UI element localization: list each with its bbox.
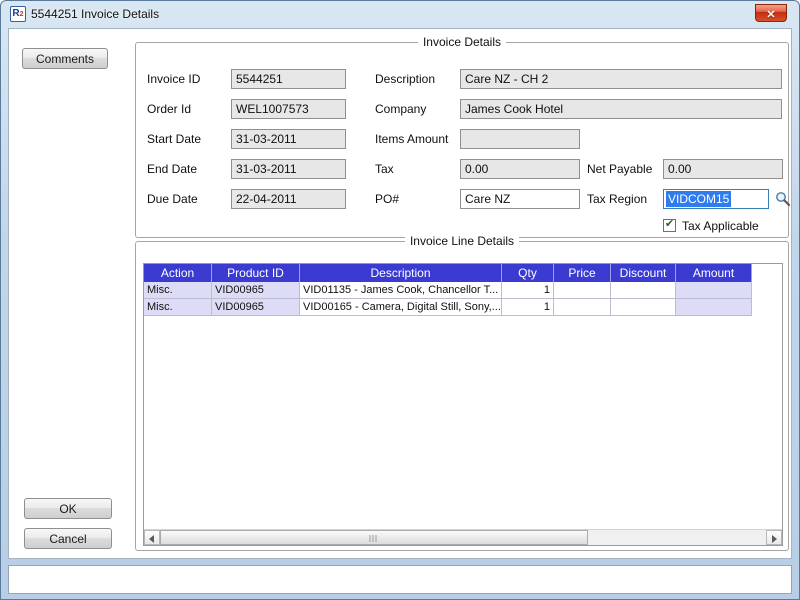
column-header-amount[interactable]: Amount <box>676 264 752 282</box>
close-icon: ✕ <box>766 9 775 21</box>
net-payable-label: Net Payable <box>587 162 652 176</box>
invoice-id-label: Invoice ID <box>147 72 200 86</box>
description-field: Care NZ - CH 2 <box>460 69 782 89</box>
cell-amount <box>676 299 752 316</box>
scrollbar-grip-icon <box>370 535 379 542</box>
order-id-field: WEL1007573 <box>231 99 346 119</box>
column-header-action[interactable]: Action <box>144 264 212 282</box>
invoice-line-details-legend: Invoice Line Details <box>405 234 519 248</box>
cell-product-id: VID00965 <box>212 282 300 299</box>
cancel-button[interactable]: Cancel <box>24 528 112 549</box>
tax-region-label: Tax Region <box>587 192 647 206</box>
cell-action: Misc. <box>144 299 212 316</box>
order-id-label: Order Id <box>147 102 191 116</box>
cell-discount <box>611 299 676 316</box>
cell-description: VID01135 - James Cook, Chancellor T... <box>300 282 502 299</box>
ok-button[interactable]: OK <box>24 498 112 519</box>
cell-qty: 1 <box>502 299 554 316</box>
column-header-description[interactable]: Description <box>300 264 502 282</box>
invoice-details-window: R2 5544251 Invoice Details ✕ Comments OK… <box>0 0 800 600</box>
table-row[interactable]: Misc. VID00965 VID00165 - Camera, Digita… <box>144 299 782 316</box>
cell-amount <box>676 282 752 299</box>
column-header-product-id[interactable]: Product ID <box>212 264 300 282</box>
due-date-field: 22-04-2011 <box>231 189 346 209</box>
items-amount-label: Items Amount <box>375 132 448 146</box>
magnifier-icon <box>775 191 791 207</box>
dialog-body: Comments OK Cancel Invoice Details Invoi… <box>8 28 792 559</box>
scroll-left-icon <box>149 535 154 543</box>
end-date-label: End Date <box>147 162 197 176</box>
comments-button[interactable]: Comments <box>22 48 108 69</box>
scroll-left-button[interactable] <box>144 530 160 545</box>
scroll-right-button[interactable] <box>766 530 782 545</box>
invoice-line-details-group: Invoice Line Details Action Product ID D… <box>135 241 789 551</box>
net-payable-field: 0.00 <box>663 159 783 179</box>
invoice-id-field: 5544251 <box>231 69 346 89</box>
tax-label: Tax <box>375 162 394 176</box>
start-date-label: Start Date <box>147 132 201 146</box>
column-header-discount[interactable]: Discount <box>611 264 676 282</box>
po-field[interactable]: Care NZ <box>460 189 580 209</box>
tax-region-lookup-button[interactable] <box>775 191 791 212</box>
due-date-label: Due Date <box>147 192 198 206</box>
scroll-right-icon <box>772 535 777 543</box>
tax-region-selected-text: VIDCOM15 <box>666 191 731 207</box>
invoice-details-legend: Invoice Details <box>418 35 506 49</box>
cell-description: VID00165 - Camera, Digital Still, Sony,.… <box>300 299 502 316</box>
cell-discount <box>611 282 676 299</box>
check-icon: ✔ <box>664 219 675 230</box>
cell-action: Misc. <box>144 282 212 299</box>
table-row[interactable]: Misc. VID00965 VID01135 - James Cook, Ch… <box>144 282 782 299</box>
description-label: Description <box>375 72 435 86</box>
invoice-details-group: Invoice Details Invoice ID 5544251 Order… <box>135 42 789 238</box>
horizontal-scrollbar[interactable] <box>144 529 782 545</box>
close-button[interactable]: ✕ <box>755 4 787 22</box>
po-label: PO# <box>375 192 399 206</box>
tax-applicable-checkbox[interactable]: ✔ <box>663 219 676 232</box>
cell-qty: 1 <box>502 282 554 299</box>
items-amount-field <box>460 129 580 149</box>
cell-price <box>554 299 611 316</box>
tax-applicable-label: Tax Applicable <box>682 219 759 233</box>
app-icon: R2 <box>10 6 26 22</box>
end-date-field: 31-03-2011 <box>231 159 346 179</box>
company-field: James Cook Hotel <box>460 99 782 119</box>
column-header-qty[interactable]: Qty <box>502 264 554 282</box>
tax-field: 0.00 <box>460 159 580 179</box>
table-header-row: Action Product ID Description Qty Price … <box>144 264 782 282</box>
scrollbar-thumb[interactable] <box>160 530 588 545</box>
titlebar[interactable]: R2 5544251 Invoice Details ✕ <box>1 1 799 28</box>
cell-price <box>554 282 611 299</box>
column-header-price[interactable]: Price <box>554 264 611 282</box>
line-items-table: Action Product ID Description Qty Price … <box>143 263 783 546</box>
start-date-field: 31-03-2011 <box>231 129 346 149</box>
status-bar <box>8 565 792 594</box>
cell-product-id: VID00965 <box>212 299 300 316</box>
company-label: Company <box>375 102 426 116</box>
tax-region-field[interactable]: VIDCOM15 <box>663 189 769 209</box>
window-title: 5544251 Invoice Details <box>31 7 159 21</box>
